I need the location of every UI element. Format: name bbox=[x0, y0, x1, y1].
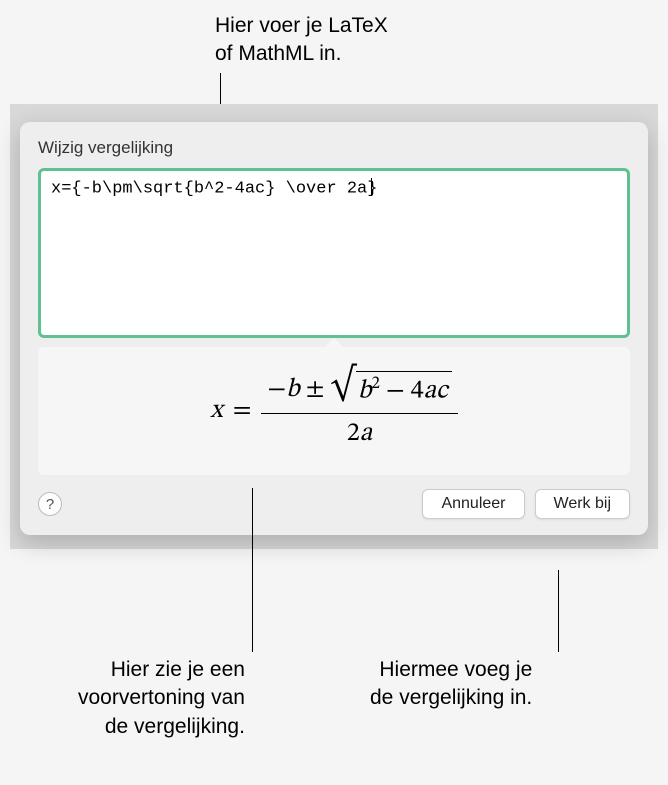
update-button[interactable]: Werk bij bbox=[535, 489, 631, 519]
rendered-equation: x = − b ± √ b2 − 4ac bbox=[210, 371, 458, 451]
callout-line bbox=[252, 488, 253, 652]
eq-sup2: 2 bbox=[371, 376, 379, 393]
dialog-button-row: ? Annuleer Werk bij bbox=[38, 489, 630, 519]
latex-input[interactable]: x={-b\pm\sqrt{b^2-4ac} \over 2a} bbox=[38, 168, 630, 338]
callout-text: Hier zie je een voorvertoning van de ver… bbox=[78, 658, 245, 738]
input-text: x={-b\pm\sqrt{b^2-4ac} \over 2a} bbox=[51, 179, 377, 198]
eq-den-2: 2 bbox=[347, 421, 360, 447]
callout-line bbox=[558, 570, 559, 652]
equation-preview: x = − b ± √ b2 − 4ac bbox=[38, 347, 630, 475]
eq-den-a: a bbox=[360, 421, 372, 447]
eq-b: b bbox=[286, 374, 300, 407]
eq-fraction: − b ± √ b2 − 4ac 2a bbox=[261, 371, 457, 451]
sqrt-symbol: √ bbox=[330, 371, 355, 400]
eq-b2: b bbox=[358, 379, 372, 405]
eq-equals: = bbox=[233, 395, 252, 428]
callout-text: Hier voer je LaTeX of MathML in. bbox=[215, 14, 388, 65]
eq-denominator: 2a bbox=[347, 414, 372, 451]
callout-input-annotation: Hier voer je LaTeX of MathML in. bbox=[215, 12, 388, 69]
eq-minus4: − 4 bbox=[380, 379, 424, 405]
eq-plusminus: ± bbox=[300, 374, 331, 407]
callout-update-annotation: Hiermee voeg je de vergelijking in. bbox=[370, 656, 532, 713]
eq-lhs: x bbox=[210, 395, 222, 428]
eq-c: c bbox=[436, 379, 448, 405]
help-button[interactable]: ? bbox=[38, 492, 62, 516]
callout-text: Hiermee voeg je de vergelijking in. bbox=[370, 658, 532, 709]
eq-radicand: b2 − 4ac bbox=[356, 371, 452, 409]
help-icon: ? bbox=[46, 496, 54, 513]
eq-numerator: − b ± √ b2 − 4ac bbox=[261, 371, 457, 414]
cancel-button[interactable]: Annuleer bbox=[422, 489, 524, 519]
eq-sqrt: √ b2 − 4ac bbox=[330, 371, 451, 409]
dialog-bottom-pad bbox=[10, 535, 658, 549]
eq-neg: − bbox=[267, 374, 286, 407]
text-cursor bbox=[371, 178, 372, 196]
dialog-title: Wijzig vergelijking bbox=[38, 138, 630, 158]
eq-a: a bbox=[424, 379, 436, 405]
equation-dialog: Wijzig vergelijking x={-b\pm\sqrt{b^2-4a… bbox=[20, 122, 648, 535]
dialog-backdrop: Wijzig vergelijking x={-b\pm\sqrt{b^2-4a… bbox=[10, 104, 658, 549]
callout-preview-annotation: Hier zie je een voorvertoning van de ver… bbox=[78, 656, 245, 741]
preview-pointer bbox=[324, 338, 344, 348]
